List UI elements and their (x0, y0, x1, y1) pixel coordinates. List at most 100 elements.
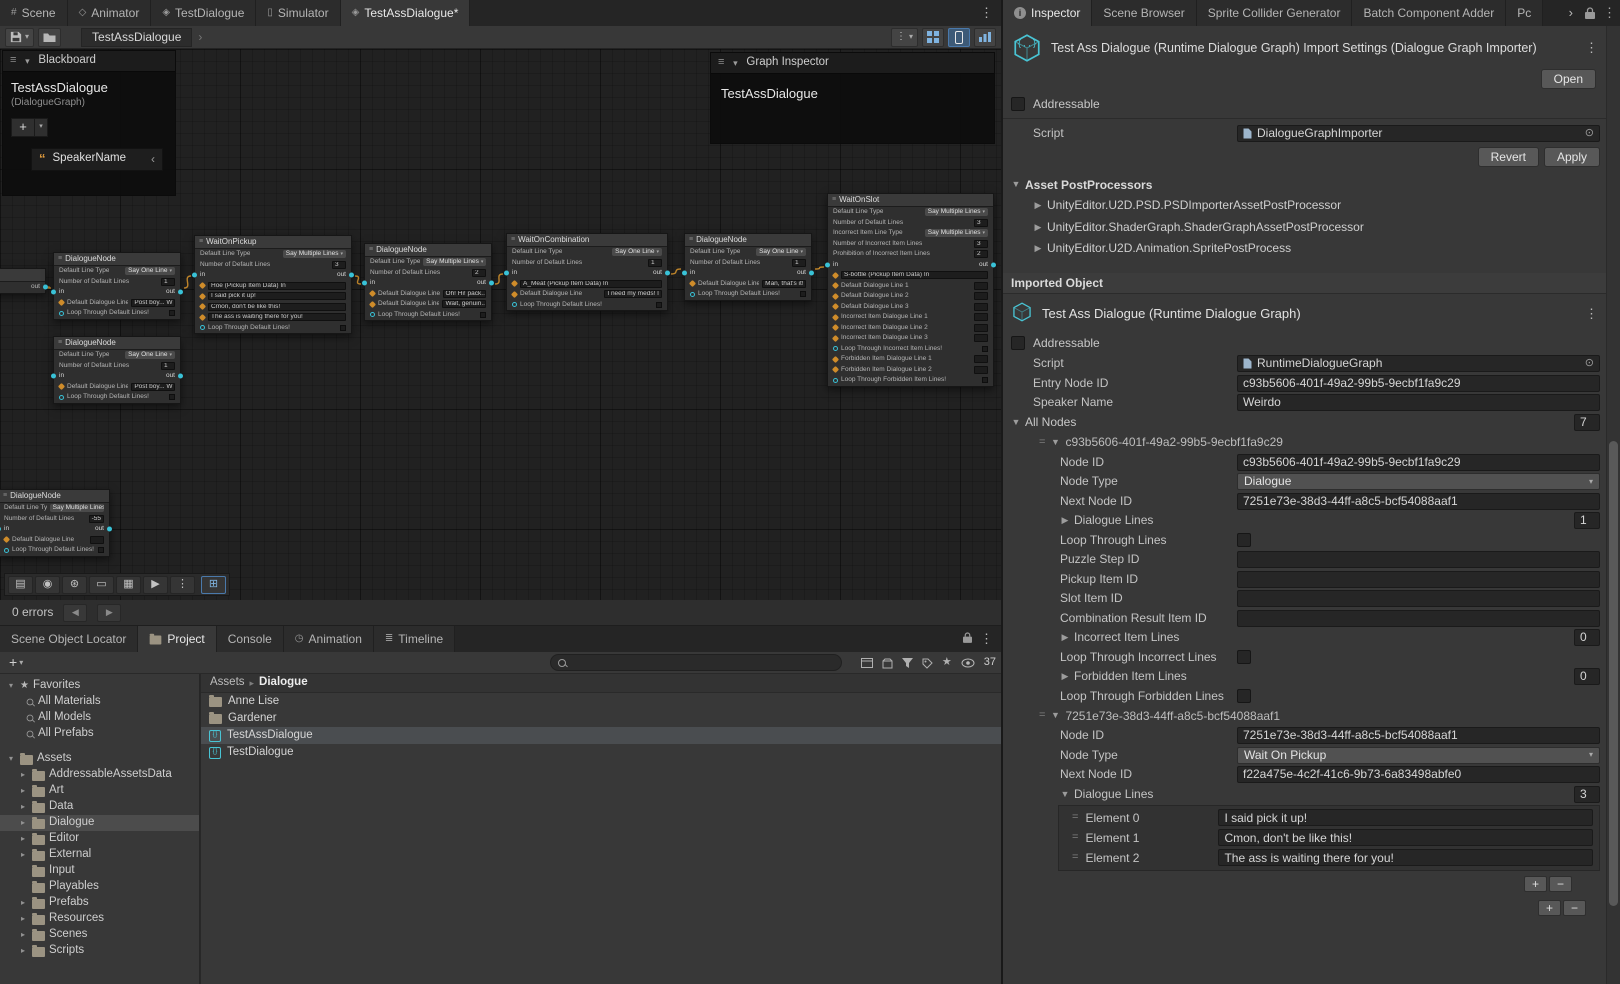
preview-toggle-button[interactable]: ▭ (89, 576, 114, 594)
save-button[interactable]: ▾ (5, 28, 34, 47)
property-checkbox[interactable] (1237, 533, 1251, 547)
minimap-toggle-button[interactable]: ▦ (116, 576, 141, 594)
more-tabs-chevron-icon[interactable]: › (1561, 5, 1581, 21)
add-property-caret-icon[interactable]: ▾ (35, 118, 48, 137)
foldout-arrow-icon[interactable]: ▸ (18, 818, 28, 828)
node-header[interactable]: ≡DialogueNode (54, 337, 180, 350)
node-header[interactable]: ≡DialogueNode (54, 253, 180, 266)
item-object-field[interactable]: Hoe (Pickup Item Data) In (208, 282, 346, 290)
node-dropdown[interactable]: Say Multiple Lines▾ (283, 250, 346, 258)
import-package-icon[interactable] (882, 658, 893, 669)
node-value-field[interactable]: 1 (161, 362, 175, 370)
open-asset-button[interactable] (38, 28, 61, 47)
project-search-input[interactable] (550, 654, 842, 671)
add-element-button[interactable]: + (1538, 900, 1561, 916)
dialogue-line-field[interactable] (974, 334, 988, 342)
node-header[interactable]: ≡rtNode (0, 269, 45, 282)
foldout-arrow-icon[interactable]: ▸ (18, 786, 28, 796)
graph-node-dialoguenode[interactable]: ≡DialogueNodeDefault Line TypeSay One Li… (684, 233, 812, 301)
dialogue-line-field[interactable]: Wait, genuin... (442, 300, 486, 308)
tree-folder-scenes[interactable]: ▸Scenes (0, 927, 199, 943)
graph-canvas[interactable]: ≡rtNodeout≡DialogueNodeDefault Line Type… (0, 49, 1001, 600)
postprocessor-item[interactable]: ▶UnityEditor.ShaderGraph.ShaderGraphAsse… (1003, 216, 1606, 238)
node-header[interactable]: ≡DialogueNode (365, 244, 491, 257)
graph-node-waitonpickup[interactable]: ≡WaitOnPickupDefault Line TypeSay Multip… (194, 235, 352, 334)
dialogue-line-field[interactable] (974, 282, 988, 290)
blackboard-toggle-button[interactable]: ▤ (8, 576, 33, 594)
postprocessor-item[interactable]: ▶UnityEditor.U2D.Animation.SpritePostPro… (1003, 238, 1606, 260)
foldout-arrow-icon[interactable]: ▶ (1060, 515, 1070, 526)
line-port-icon[interactable] (832, 356, 839, 363)
object-picker-icon[interactable]: ⊙ (1585, 357, 1594, 370)
line-port-icon[interactable] (689, 280, 696, 287)
graph-node-dialoguenode[interactable]: ≡DialogueNodeDefault Line TypeSay Multip… (364, 243, 492, 321)
foldout-arrow-icon[interactable]: ▾ (6, 681, 16, 691)
node-value-field[interactable]: 2 (472, 269, 486, 277)
node-dropdown[interactable]: Say One Line▾ (125, 267, 175, 275)
node-checkbox[interactable] (800, 291, 806, 297)
foldout-arrow-icon[interactable]: ▶ (1060, 671, 1070, 682)
foldout-arrow-icon[interactable]: ▸ (18, 930, 28, 940)
node-checkbox[interactable] (982, 346, 988, 352)
asset-anne-lise[interactable]: Anne Lise (201, 693, 1001, 710)
node-value-field[interactable]: 1 (161, 278, 175, 286)
create-asset-button[interactable]: +▾ (5, 654, 27, 671)
stats-button[interactable] (974, 28, 996, 47)
item-object-field[interactable]: A_Meat (Pickup Item Data) In (520, 280, 662, 288)
node-value-field[interactable]: 1 (648, 259, 662, 267)
line-port-icon[interactable] (832, 282, 839, 289)
node-dropdown[interactable]: Say One Line▾ (612, 248, 662, 256)
dialogue-line-field[interactable] (90, 536, 104, 544)
output-port-icon[interactable] (43, 285, 48, 290)
tree-folder-playables[interactable]: Playables (0, 879, 199, 895)
node-dropdown[interactable]: Say One Line▾ (756, 248, 806, 256)
dialogue-line-field[interactable]: I said pick it up! (208, 292, 346, 300)
tree-folder-editor[interactable]: ▸Editor (0, 831, 199, 847)
input-port-icon[interactable] (504, 271, 509, 276)
dialogue-line-field[interactable] (974, 292, 988, 300)
input-port-icon[interactable] (825, 262, 830, 267)
dialogue-line-field[interactable] (974, 324, 988, 332)
dropdown-field[interactable]: Wait On Pickup▾ (1237, 747, 1600, 764)
bottom-tab-scene-object-locator[interactable]: Scene Object Locator (0, 626, 138, 652)
breadcrumb-dialogue[interactable]: Dialogue (259, 676, 308, 690)
node-dropdown[interactable]: Say Multiple Lines▾ (925, 229, 988, 237)
text-field[interactable]: 7251e73e-38d3-44ff-a8c5-bcf54088aaf1 (1237, 727, 1600, 744)
script-object-field[interactable]: RuntimeDialogueGraph ⊙ (1237, 355, 1600, 372)
output-port-icon[interactable] (809, 271, 814, 276)
asset-gardener[interactable]: Gardener (201, 710, 1001, 727)
node-value-field[interactable]: 1 (792, 259, 806, 267)
panel-tab-inspector[interactable]: iInspector (1003, 0, 1092, 26)
node-checkbox[interactable] (98, 547, 104, 553)
dialogue-line-field[interactable] (974, 303, 988, 311)
window-tab-testdialogue[interactable]: ◈TestDialogue (151, 0, 256, 26)
input-port-icon[interactable] (51, 290, 56, 295)
window-tab-testassdialogue[interactable]: ◈TestAssDialogue* (341, 0, 471, 26)
node-dropdown[interactable]: Say Multiple Lines▾ (423, 258, 486, 266)
dialogue-line-field[interactable]: Post boy... W (131, 299, 175, 307)
text-field[interactable] (1237, 571, 1600, 588)
node-header[interactable]: ≡WaitOnPickup (195, 236, 351, 249)
assets-root[interactable]: ▾Assets (0, 751, 199, 767)
add-element-button[interactable]: + (1524, 876, 1547, 892)
revert-button[interactable]: Revert (1478, 147, 1539, 167)
apply-button[interactable]: Apply (1544, 147, 1600, 167)
postprocessors-foldout[interactable]: ▼ Asset PostProcessors (1003, 175, 1606, 195)
graph-inspector-toggle-button[interactable]: ◉ (35, 576, 60, 594)
expand-chevron-icon[interactable]: ‹ (151, 152, 155, 166)
line-port-icon[interactable] (832, 293, 839, 300)
dialogue-line-field[interactable] (974, 366, 988, 374)
remove-element-button[interactable]: − (1563, 900, 1586, 916)
graph-options-button[interactable]: ⋮▾ (891, 28, 918, 47)
tree-folder-dialogue[interactable]: ▸Dialogue (0, 815, 199, 831)
node-checkbox[interactable] (169, 310, 175, 316)
blackboard-header[interactable]: ≡ ▾ Blackboard (3, 51, 175, 72)
dialogue-line-field[interactable] (974, 313, 988, 321)
node-header[interactable]: ≡WaitOnSlot (828, 194, 993, 207)
drag-handle-icon[interactable]: = (1072, 851, 1078, 864)
object-kebab-icon[interactable]: ⋮ (1585, 306, 1602, 322)
graph-node-waitonslot[interactable]: ≡WaitOnSlotDefault Line TypeSay Multiple… (827, 193, 994, 387)
text-field[interactable]: f22a475e-4c2f-41c6-9b73-6a83498abfe0 (1237, 766, 1600, 783)
filter-by-label-icon[interactable] (922, 658, 933, 669)
favorite-all-materials[interactable]: All Materials (0, 694, 199, 710)
